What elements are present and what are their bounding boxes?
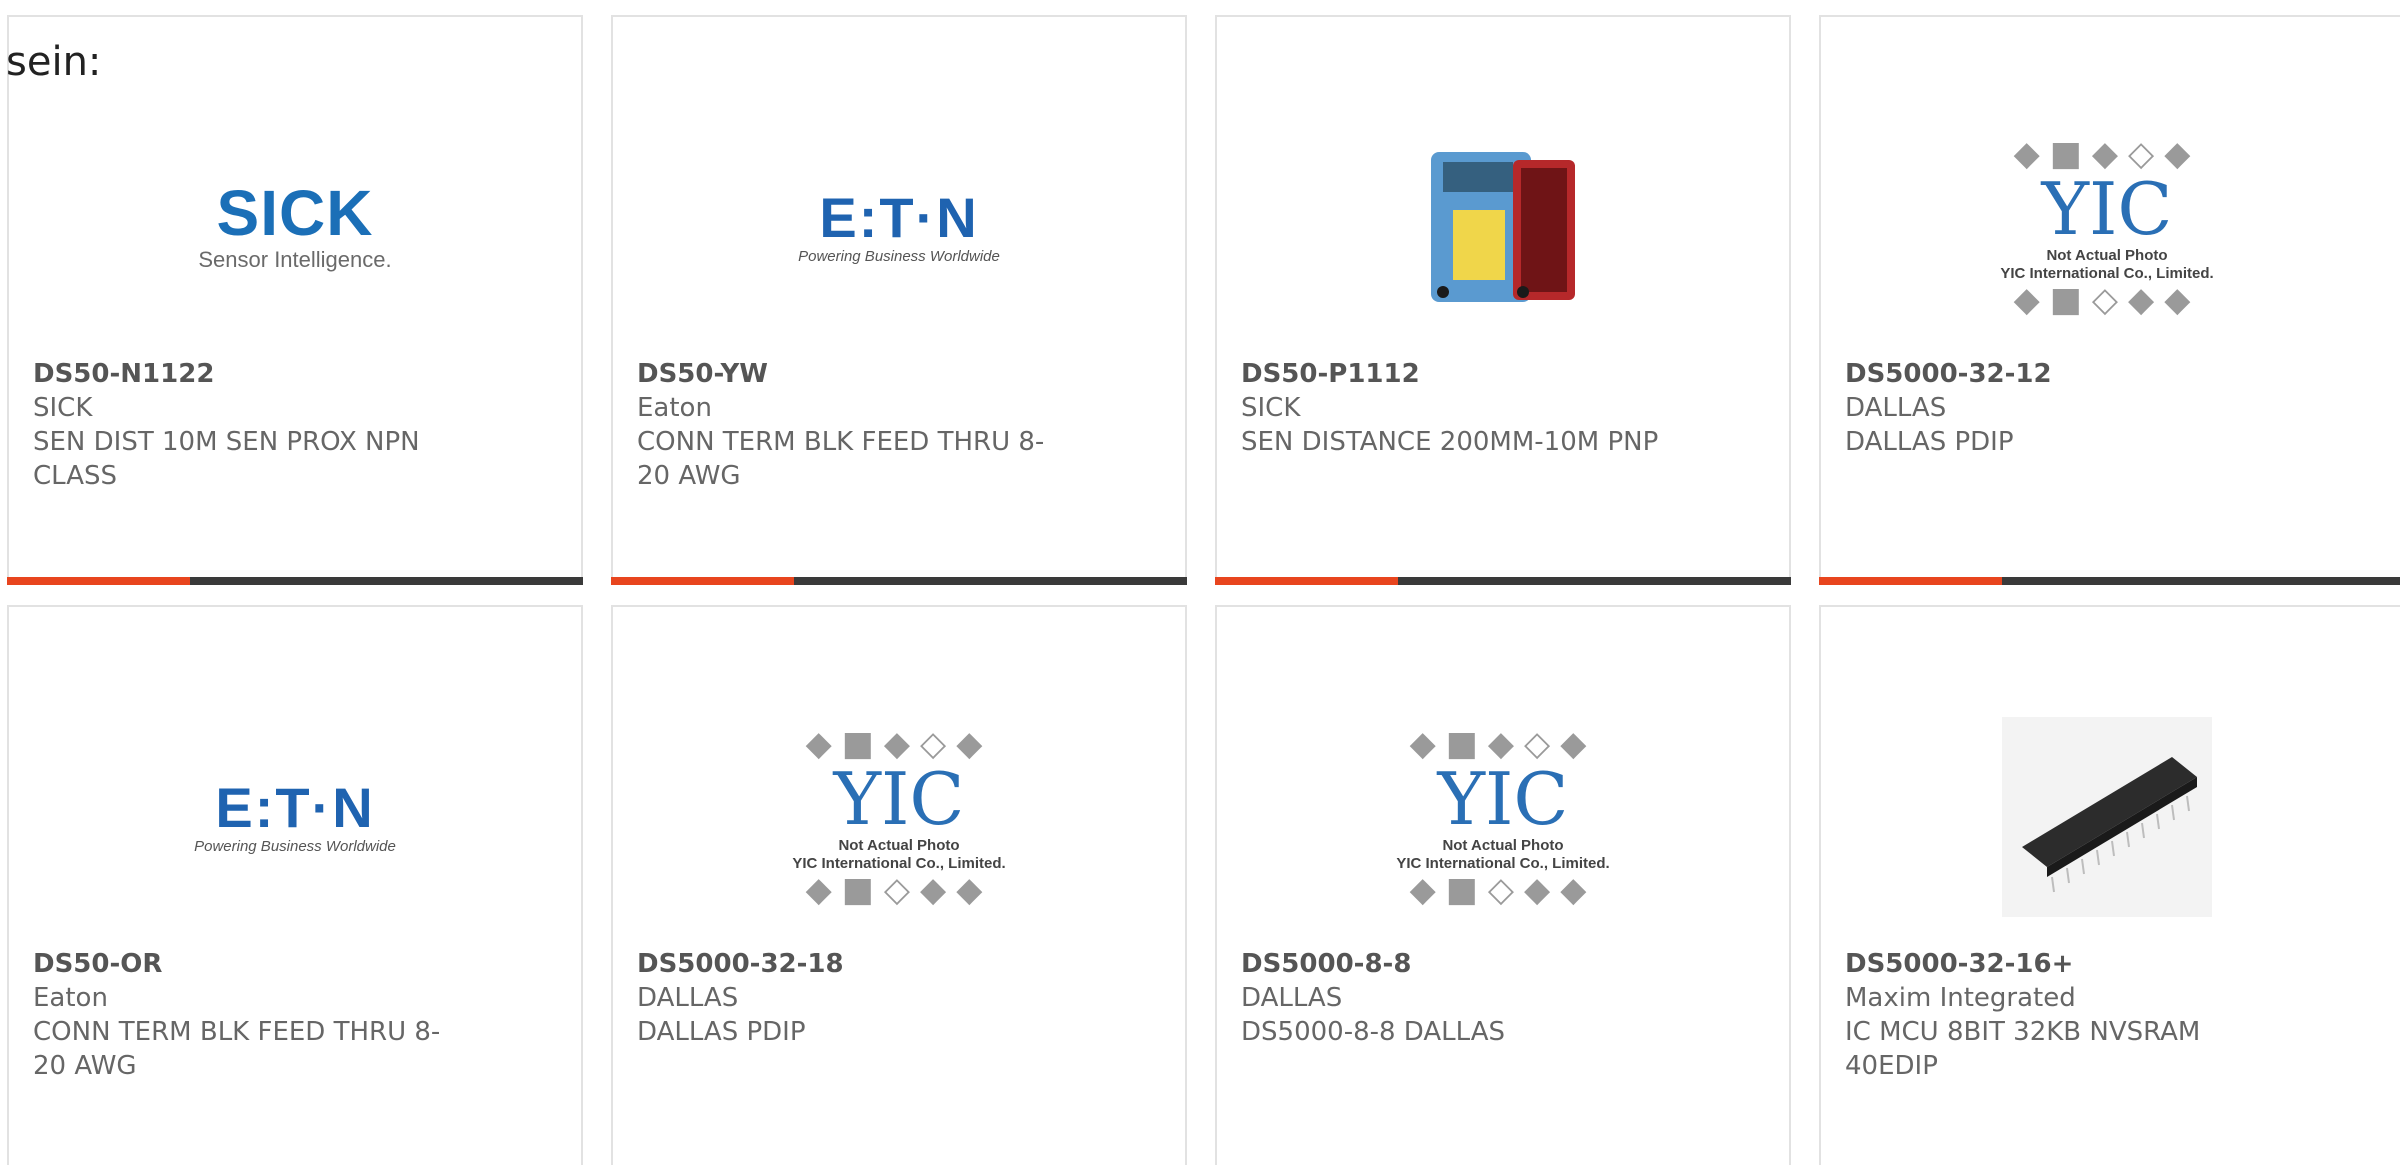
placeholder-image: ◆■◆◇◆ YIC Not Actual Photo YIC Internati… [792, 724, 1006, 910]
product-card[interactable]: DS5000-32-16+ Maxim Integrated IC MCU 8B… [1819, 605, 2400, 1165]
description-line: 20 AWG [33, 1051, 137, 1081]
manufacturer: Eaton [637, 393, 712, 423]
product-photo [1217, 87, 1789, 367]
product-card[interactable]: E:T·N Powering Business Worldwide DS50-OR… [7, 605, 583, 1165]
manufacturer: Eaton [33, 983, 108, 1013]
placeholder-image: ◆■◆◇◆ YIC Not Actual Photo YIC Internati… [1396, 724, 1610, 910]
product-card[interactable]: ◆■◆◇◆ YIC Not Actual Photo YIC Internati… [1215, 605, 1791, 1165]
description-line: CONN TERM BLK FEED THRU 8- [637, 427, 1045, 457]
dip-chip-icon [2002, 717, 2212, 917]
description-line: CLASS [33, 461, 118, 491]
description-line: IC MCU 8BIT 32KB NVSRAM [1845, 1017, 2201, 1047]
card-underline [611, 577, 1187, 585]
description-line: SEN DIST 10M SEN PROX NPN [33, 427, 420, 457]
card-underline [7, 577, 583, 585]
description-line: DALLAS PDIP [1845, 427, 2014, 457]
description-line: CONN TERM BLK FEED THRU 8- [33, 1017, 441, 1047]
part-number[interactable]: DS50-P1112 [1241, 357, 1661, 391]
manufacturer: SICK [1241, 393, 1301, 423]
distance-sensor-icon [1431, 152, 1575, 302]
description-line: SEN DISTANCE 200MM-10M PNP [1241, 427, 1659, 457]
card-underline [1215, 577, 1791, 585]
product-card[interactable]: E:T·N Powering Business Worldwide DS50-YW… [611, 15, 1187, 585]
product-card[interactable]: DS50-P1112 SICK SEN DISTANCE 200MM-10M P… [1215, 15, 1791, 585]
part-number[interactable]: DS5000-32-16+ [1845, 947, 2265, 981]
manufacturer: DALLAS [637, 983, 739, 1013]
chip-packages-icon: ◆■◆◇◆ [805, 724, 993, 764]
part-number[interactable]: DS50-OR [33, 947, 453, 981]
part-number[interactable]: DS50-N1122 [33, 357, 453, 391]
product-card[interactable]: SICK Sensor Intelligence. DS50-N1122 SICK… [7, 15, 583, 585]
manufacturer: DALLAS [1241, 983, 1343, 1013]
intro-text: sein: [6, 39, 102, 85]
card-underline [1819, 577, 2400, 585]
part-number[interactable]: DS50-YW [637, 357, 1057, 391]
manufacturer: DALLAS [1845, 393, 1947, 423]
placeholder-image: ◆■◆◇◆ YIC Not Actual Photo YIC Internati… [2000, 134, 2214, 320]
description-line: DS5000-8-8 DALLAS [1241, 1017, 1506, 1047]
product-card[interactable]: ◆■◆◇◆ YIC Not Actual Photo YIC Internati… [611, 605, 1187, 1165]
part-number[interactable]: DS5000-8-8 [1241, 947, 1661, 981]
manufacturer: SICK [33, 393, 93, 423]
brand-logo: E:T·N Powering Business Worldwide [194, 775, 396, 855]
description-line: DALLAS PDIP [637, 1017, 806, 1047]
chip-packages-icon: ◆■◆◇◆ [1409, 724, 1597, 764]
description-line: 40EDIP [1845, 1051, 1938, 1081]
part-number[interactable]: DS5000-32-18 [637, 947, 1057, 981]
chip-packages-icon: ◆■◇◆◆ [1409, 870, 1597, 910]
brand-logo: SICK Sensor Intelligence. [198, 177, 392, 272]
chip-packages-icon: ◆■◇◆◆ [2013, 280, 2201, 320]
chip-packages-icon: ◆■◆◇◆ [2013, 134, 2201, 174]
manufacturer: Maxim Integrated [1845, 983, 2076, 1013]
brand-logo: E:T·N Powering Business Worldwide [798, 185, 1000, 265]
chip-packages-icon: ◆■◇◆◆ [805, 870, 993, 910]
product-photo [1821, 677, 2393, 957]
product-card[interactable]: ◆■◆◇◆ YIC Not Actual Photo YIC Internati… [1819, 15, 2400, 585]
part-number[interactable]: DS5000-32-12 [1845, 357, 2265, 391]
description-line: 20 AWG [637, 461, 741, 491]
